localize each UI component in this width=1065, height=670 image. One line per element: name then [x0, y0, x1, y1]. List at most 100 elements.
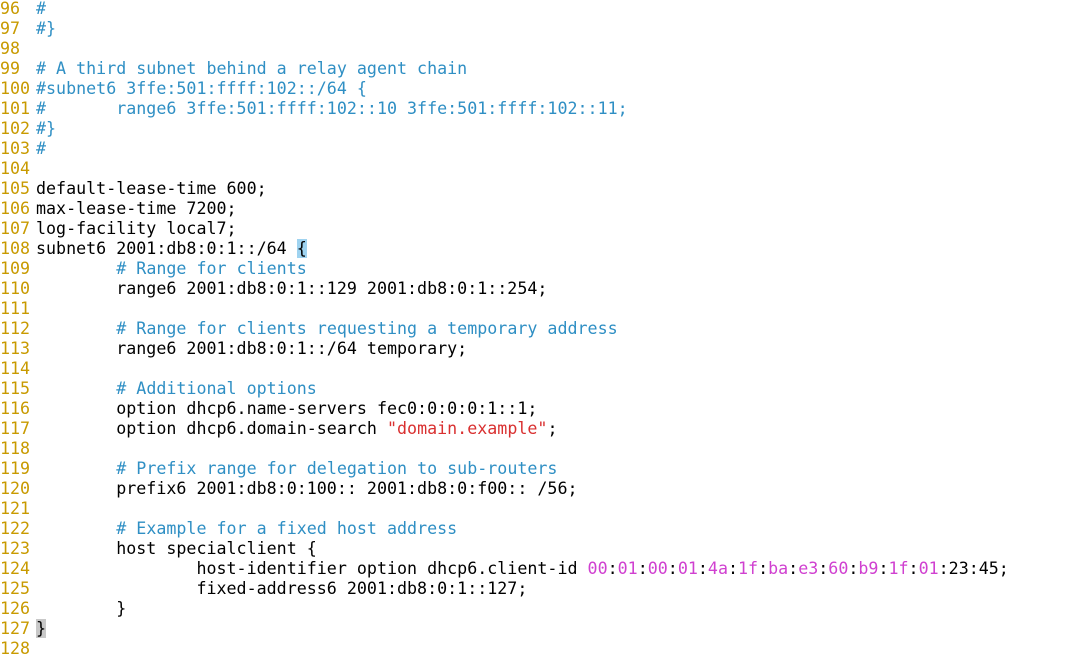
line-content: default-lease-time 600; — [36, 179, 267, 199]
code-line[interactable]: 123 host specialclient { — [0, 539, 1009, 559]
line-content: } — [36, 619, 47, 639]
code-text: log-facility local7; — [36, 219, 237, 238]
code-line[interactable]: 115 # Additional options — [0, 379, 1009, 399]
code-line[interactable]: 103 # — [0, 139, 1009, 159]
code-text: option dhcp6.name-servers fec0:0:0:0:1::… — [36, 399, 538, 418]
code-text: :23:45; — [938, 559, 1009, 578]
mac-address-octet: 1f — [738, 559, 759, 578]
code-line[interactable]: 121 — [0, 499, 1009, 519]
code-text: : — [908, 559, 919, 578]
code-text: prefix6 2001:db8:0:100:: 2001:db8:0:f00:… — [36, 479, 578, 498]
code-line[interactable]: 111 — [0, 299, 1009, 319]
comment-text: # A third subnet behind a relay agent ch… — [36, 59, 468, 78]
string-literal: "domain.example" — [386, 419, 548, 438]
code-text: : — [637, 559, 648, 578]
line-number: 111 — [0, 299, 31, 318]
line-content: log-facility local7; — [36, 219, 237, 239]
line-content: } — [36, 599, 126, 619]
line-number: 102 — [0, 119, 31, 138]
code-line[interactable]: 124 host-identifier option dhcp6.client-… — [0, 559, 1009, 579]
code-line[interactable]: 110 range6 2001:db8:0:1::129 2001:db8:0:… — [0, 279, 1009, 299]
comment-text: # Example for a fixed host address — [116, 519, 458, 538]
line-content: max-lease-time 7200; — [36, 199, 237, 219]
code-text: : — [758, 559, 769, 578]
line-number: 99 — [0, 59, 21, 78]
line-content: # — [36, 139, 46, 159]
code-line[interactable]: 107 log-facility local7; — [0, 219, 1009, 239]
code-line[interactable]: 108 subnet6 2001:db8:0:1::/64 { — [0, 239, 1009, 259]
line-content: # Range for clients requesting a tempora… — [36, 319, 618, 339]
line-number: 103 — [0, 139, 31, 158]
mac-address-octet: 01 — [918, 559, 939, 578]
line-number: 120 — [0, 479, 31, 498]
line-number: 110 — [0, 279, 31, 298]
line-number: 117 — [0, 419, 31, 438]
code-line[interactable]: 112 # Range for clients requesting a tem… — [0, 319, 1009, 339]
code-line[interactable]: 105 default-lease-time 600; — [0, 179, 1009, 199]
line-content: host-identifier option dhcp6.client-id 0… — [36, 559, 1009, 579]
code-text: ; — [547, 419, 558, 438]
comment-text: # Prefix range for delegation to sub-rou… — [116, 459, 558, 478]
code-line[interactable]: 128 — [0, 639, 1009, 659]
code-line[interactable]: 120 prefix6 2001:db8:0:100:: 2001:db8:0:… — [0, 479, 1009, 499]
line-number: 109 — [0, 259, 31, 278]
code-line[interactable]: 126 } — [0, 599, 1009, 619]
code-text: option dhcp6.domain-search — [36, 419, 387, 438]
line-content: prefix6 2001:db8:0:100:: 2001:db8:0:f00:… — [36, 479, 578, 499]
line-content: #} — [36, 119, 56, 139]
code-line[interactable]: 125 fixed-address6 2001:db8:0:1::127; — [0, 579, 1009, 599]
code-text: : — [788, 559, 799, 578]
code-lines: 95# option dhcp6.name-servers 3ffe:501:f… — [0, 0, 1009, 659]
code-line[interactable]: 113 range6 2001:db8:0:1::/64 temporary; — [0, 339, 1009, 359]
mac-address-octet: b9 — [858, 559, 879, 578]
comment-text: #subnet6 3ffe:501:ffff:102::/64 { — [36, 79, 367, 98]
line-number: 101 — [0, 99, 31, 118]
code-line[interactable]: 109 # Range for clients — [0, 259, 1009, 279]
code-line[interactable]: 100 #subnet6 3ffe:501:ffff:102::/64 { — [0, 79, 1009, 99]
code-line[interactable]: 104 — [0, 159, 1009, 179]
code-text: range6 2001:db8:0:1::129 2001:db8:0:1::2… — [36, 279, 548, 298]
code-line[interactable]: 96 # — [0, 0, 1009, 19]
line-content: # range6 3ffe:501:ffff:102::10 3ffe:501:… — [36, 99, 628, 119]
code-line[interactable]: 99 # A third subnet behind a relay agent … — [0, 59, 1009, 79]
line-content: # — [36, 0, 46, 19]
code-line[interactable]: 114 — [0, 359, 1009, 379]
mac-address-octet: 01 — [617, 559, 638, 578]
line-number: 128 — [0, 639, 31, 658]
line-number: 122 — [0, 519, 31, 538]
line-content: # A third subnet behind a relay agent ch… — [36, 59, 467, 79]
code-line[interactable]: 118 — [0, 439, 1009, 459]
comment-text: # Range for clients requesting a tempora… — [116, 319, 618, 338]
line-number: 127 — [0, 619, 31, 638]
line-number: 121 — [0, 499, 31, 518]
code-text: } — [36, 599, 127, 618]
text-editor[interactable]: 95# option dhcp6.name-servers 3ffe:501:f… — [0, 0, 1065, 670]
comment-text: # Additional options — [116, 379, 317, 398]
mac-address-octet: e3 — [798, 559, 819, 578]
code-line[interactable]: 117 option dhcp6.domain-search "domain.e… — [0, 419, 1009, 439]
line-number: 96 — [0, 0, 21, 18]
code-line[interactable]: 119 # Prefix range for delegation to sub… — [0, 459, 1009, 479]
code-line[interactable]: 106 max-lease-time 7200; — [0, 199, 1009, 219]
comment-text: #} — [36, 119, 57, 138]
code-line[interactable]: 98 — [0, 39, 1009, 59]
code-line[interactable]: 122 # Example for a fixed host address — [0, 519, 1009, 539]
line-number: 106 — [0, 199, 31, 218]
line-content: # Range for clients — [36, 259, 307, 279]
code-line[interactable]: 97 #} — [0, 19, 1009, 39]
comment-text: # Range for clients — [116, 259, 307, 278]
comment-text: # — [36, 0, 47, 18]
line-number: 125 — [0, 579, 31, 598]
code-line[interactable]: 101 # range6 3ffe:501:ffff:102::10 3ffe:5… — [0, 99, 1009, 119]
mac-address-octet: 4a — [707, 559, 728, 578]
code-text: : — [667, 559, 678, 578]
line-number: 105 — [0, 179, 31, 198]
code-line[interactable]: 116 option dhcp6.name-servers fec0:0:0:0… — [0, 399, 1009, 419]
line-number: 126 — [0, 599, 31, 618]
line-number: 107 — [0, 219, 31, 238]
code-line[interactable]: 102 #} — [0, 119, 1009, 139]
mac-address-octet: 1f — [888, 559, 909, 578]
code-line[interactable]: 127} — [0, 619, 1009, 639]
